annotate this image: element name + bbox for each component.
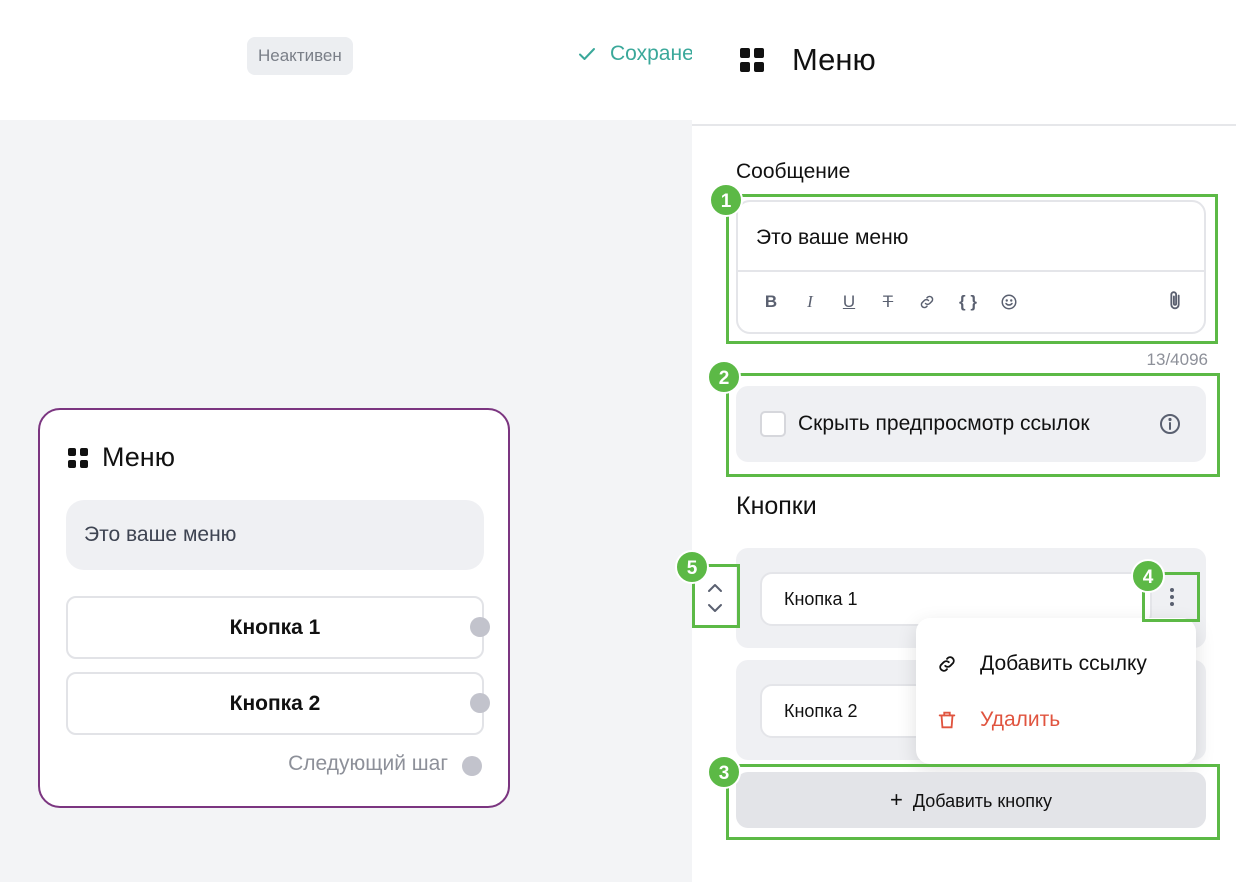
node-header: Меню	[68, 442, 175, 473]
delete-label: Удалить	[980, 708, 1061, 731]
annotation-badge-5: 5	[675, 550, 709, 584]
node-title: Меню	[102, 442, 175, 472]
top-bar: Неактивен Сохране	[0, 0, 694, 120]
status-badge: Неактивен	[247, 37, 353, 75]
node-button-2[interactable]: Кнопка 2	[66, 672, 484, 735]
next-step-label: Следующий шаг	[288, 752, 448, 775]
panel-title: Меню	[792, 42, 876, 77]
check-icon	[579, 48, 595, 60]
delete-menu-item[interactable]: Удалить	[936, 708, 1060, 732]
panel-header: Меню	[692, 0, 1236, 126]
annotation-badge-4: 4	[1131, 559, 1165, 593]
add-link-label: Добавить ссылку	[980, 652, 1147, 675]
buttons-section-title: Кнопки	[736, 492, 817, 520]
saved-label: Сохране	[610, 42, 694, 65]
char-counter: 13/4096	[1146, 350, 1208, 369]
button-2-input[interactable]: Кнопка 2	[760, 684, 940, 738]
node-button-1[interactable]: Кнопка 1	[66, 596, 484, 659]
add-link-menu-item[interactable]: Добавить ссылку	[936, 652, 1147, 676]
highlight-1	[726, 194, 1218, 344]
annotation-badge-3: 3	[707, 755, 741, 789]
message-label: Сообщение	[736, 160, 851, 183]
menu-node-card[interactable]: Меню Это ваше меню Кнопка 1 Кнопка 2 Сле…	[38, 408, 510, 808]
button-options-dropdown: Добавить ссылку Удалить	[916, 618, 1196, 764]
annotation-badge-1: 1	[709, 183, 743, 217]
trash-icon	[938, 711, 956, 729]
grid-icon	[68, 447, 88, 468]
node-button-1-connector[interactable]	[470, 617, 490, 637]
next-step-connector[interactable]	[462, 756, 482, 776]
annotation-badge-2: 2	[707, 360, 741, 394]
grid-icon	[740, 48, 764, 72]
highlight-3	[726, 764, 1220, 840]
saved-indicator: Сохране	[578, 42, 694, 66]
node-button-2-connector[interactable]	[470, 693, 490, 713]
highlight-2	[726, 373, 1220, 477]
link-icon	[939, 656, 955, 672]
node-message: Это ваше меню	[66, 500, 484, 570]
